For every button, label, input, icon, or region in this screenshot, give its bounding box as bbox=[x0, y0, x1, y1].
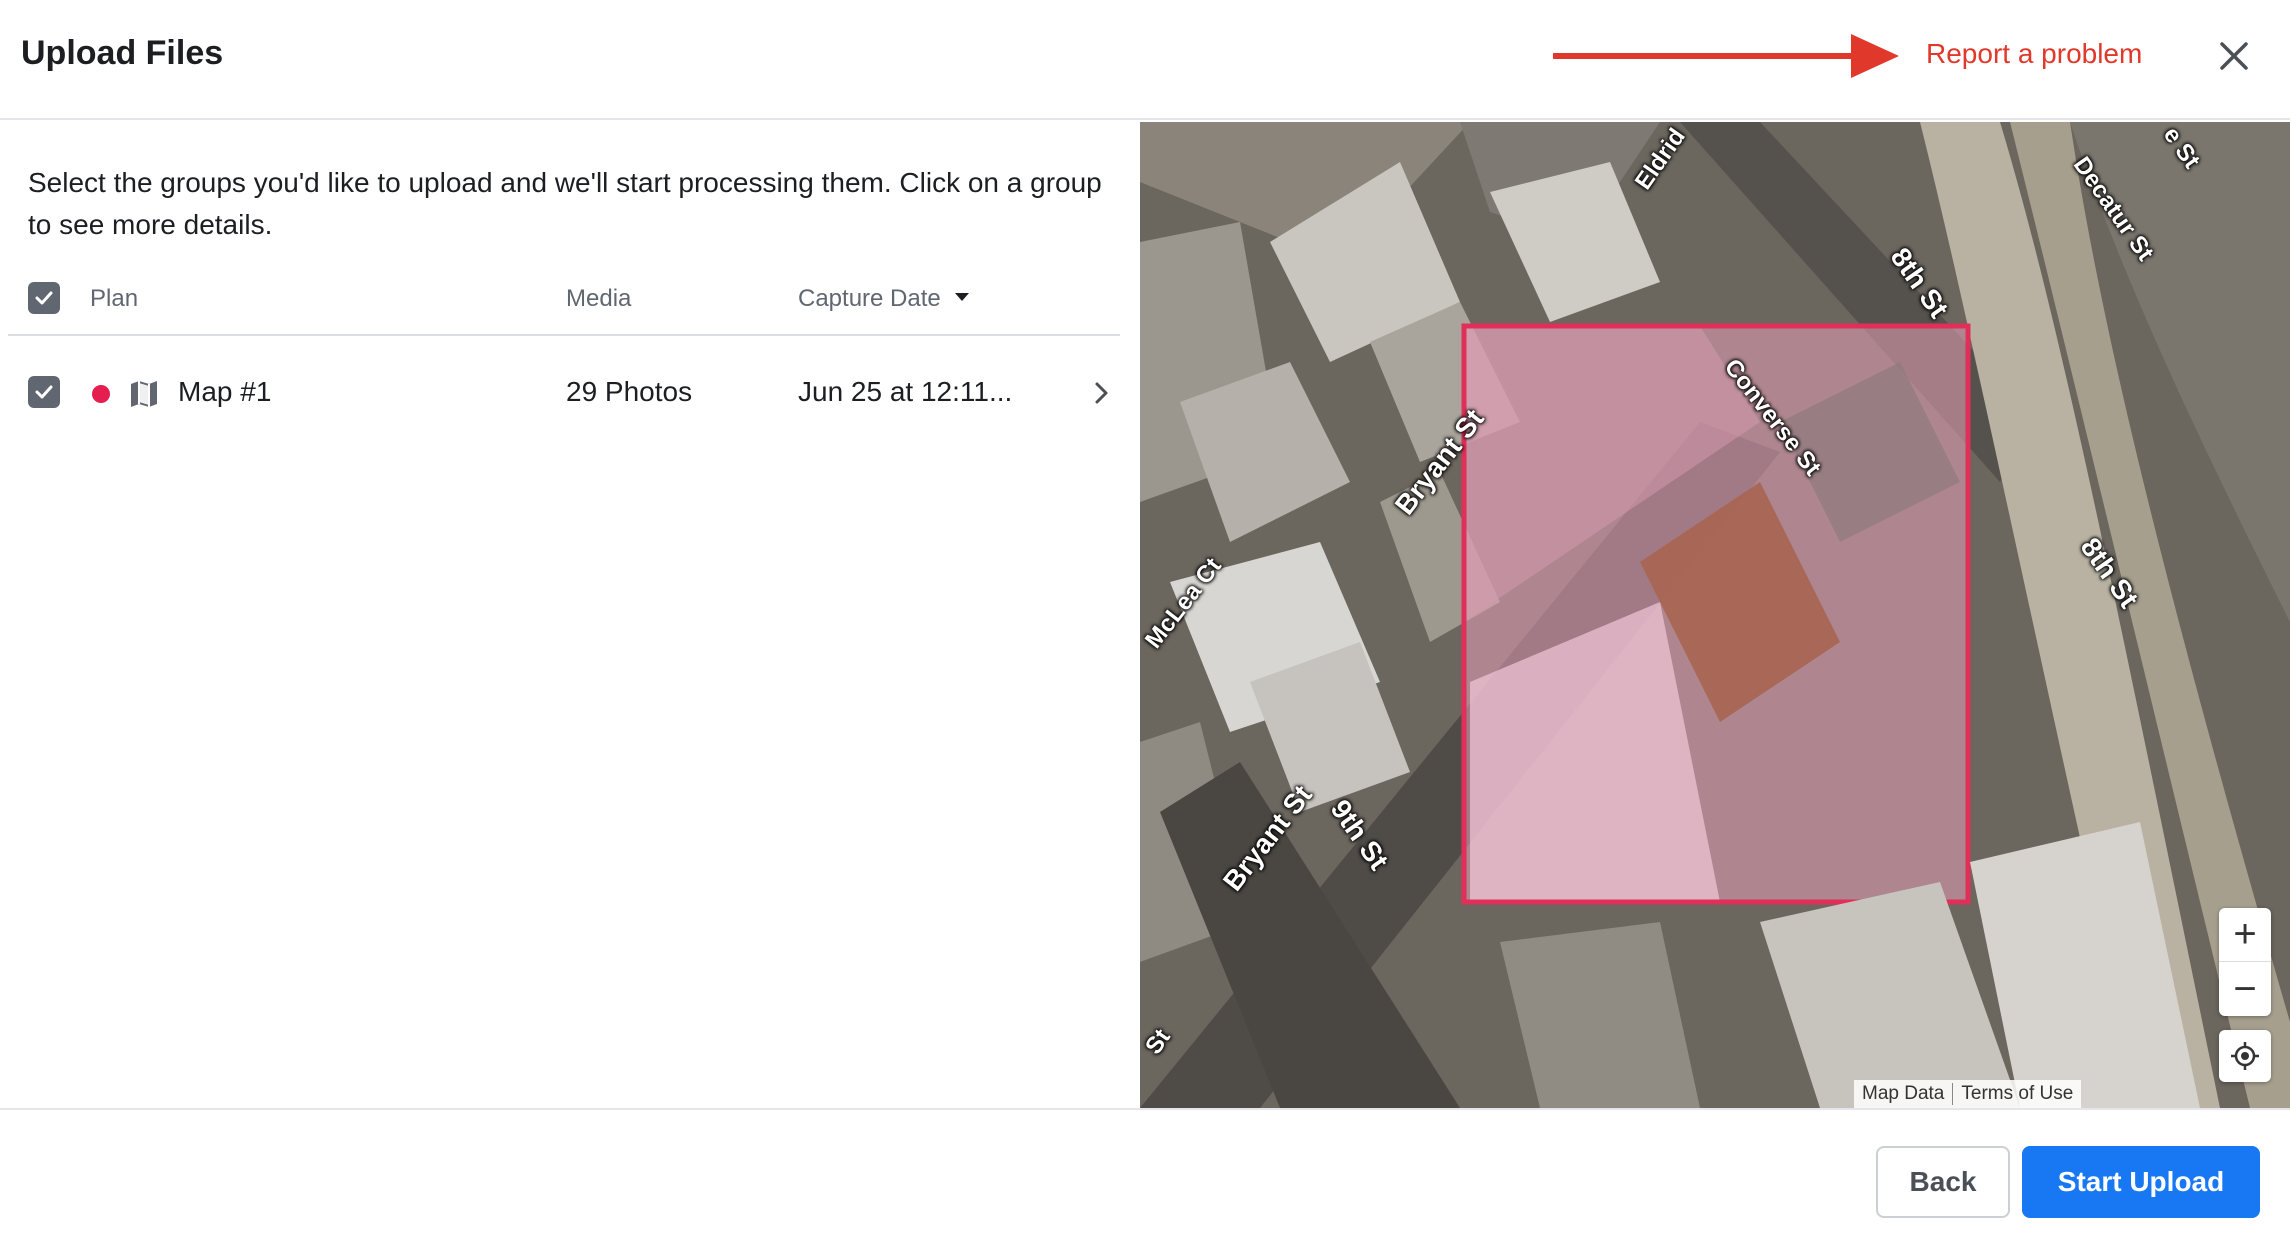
column-header-capture-date-label: Capture Date bbox=[798, 285, 941, 312]
map-attribution: Map Data Terms of Use bbox=[1854, 1080, 2082, 1108]
instructions-text: Select the groups you'd like to upload a… bbox=[28, 167, 1102, 240]
back-button[interactable]: Back bbox=[1876, 1146, 2010, 1218]
satellite-map[interactable]: Eldrid Decatur St 8th St Bryant St Conve… bbox=[1140, 122, 2290, 1108]
column-header-plan: Plan bbox=[90, 285, 139, 312]
terms-of-use-link[interactable]: Terms of Use bbox=[1953, 1083, 2081, 1105]
table-header: Plan Media Capture Date bbox=[8, 270, 1120, 336]
upload-files-dialog: Upload Files Report a problem Select the… bbox=[0, 0, 2290, 1244]
zoom-out-button[interactable]: − bbox=[2219, 962, 2271, 1016]
map-data-link[interactable]: Map Data bbox=[1854, 1083, 1952, 1105]
groups-panel: Select the groups you'd like to upload a… bbox=[0, 122, 1140, 1108]
close-icon[interactable] bbox=[2214, 36, 2254, 76]
checkmark-icon bbox=[35, 291, 53, 305]
zoom-in-button[interactable]: + bbox=[2219, 908, 2271, 962]
chevron-right-icon[interactable] bbox=[1088, 380, 1114, 406]
start-upload-button[interactable]: Start Upload bbox=[2022, 1146, 2260, 1218]
row-media-count: 29 Photos bbox=[566, 376, 693, 407]
dialog-footer: Back Start Upload bbox=[0, 1108, 2290, 1244]
select-all-checkbox[interactable] bbox=[28, 282, 60, 314]
zoom-control: + − bbox=[2219, 908, 2271, 1016]
column-header-media: Media bbox=[566, 285, 632, 312]
locate-button[interactable] bbox=[2219, 1030, 2271, 1082]
row-capture-date: Jun 25 at 12:11... bbox=[798, 376, 1013, 407]
map-imagery bbox=[1140, 122, 2290, 1108]
locate-icon bbox=[2231, 1042, 2259, 1070]
status-dot bbox=[92, 385, 110, 403]
row-checkbox[interactable] bbox=[28, 376, 60, 408]
sort-caret-icon bbox=[954, 292, 969, 301]
report-problem-link[interactable]: Report a problem bbox=[1926, 38, 2142, 70]
annotation-arrow-icon bbox=[1553, 34, 1899, 78]
column-header-capture-date[interactable]: Capture Date bbox=[798, 285, 969, 313]
table-row[interactable]: Map #1 29 Photos Jun 25 at 12:11... bbox=[8, 348, 1120, 438]
dialog-header: Upload Files Report a problem bbox=[0, 0, 2290, 120]
map-icon bbox=[131, 381, 157, 407]
row-plan-name: Map #1 bbox=[178, 376, 272, 407]
page-title: Upload Files bbox=[21, 34, 224, 72]
checkmark-icon bbox=[35, 385, 53, 399]
